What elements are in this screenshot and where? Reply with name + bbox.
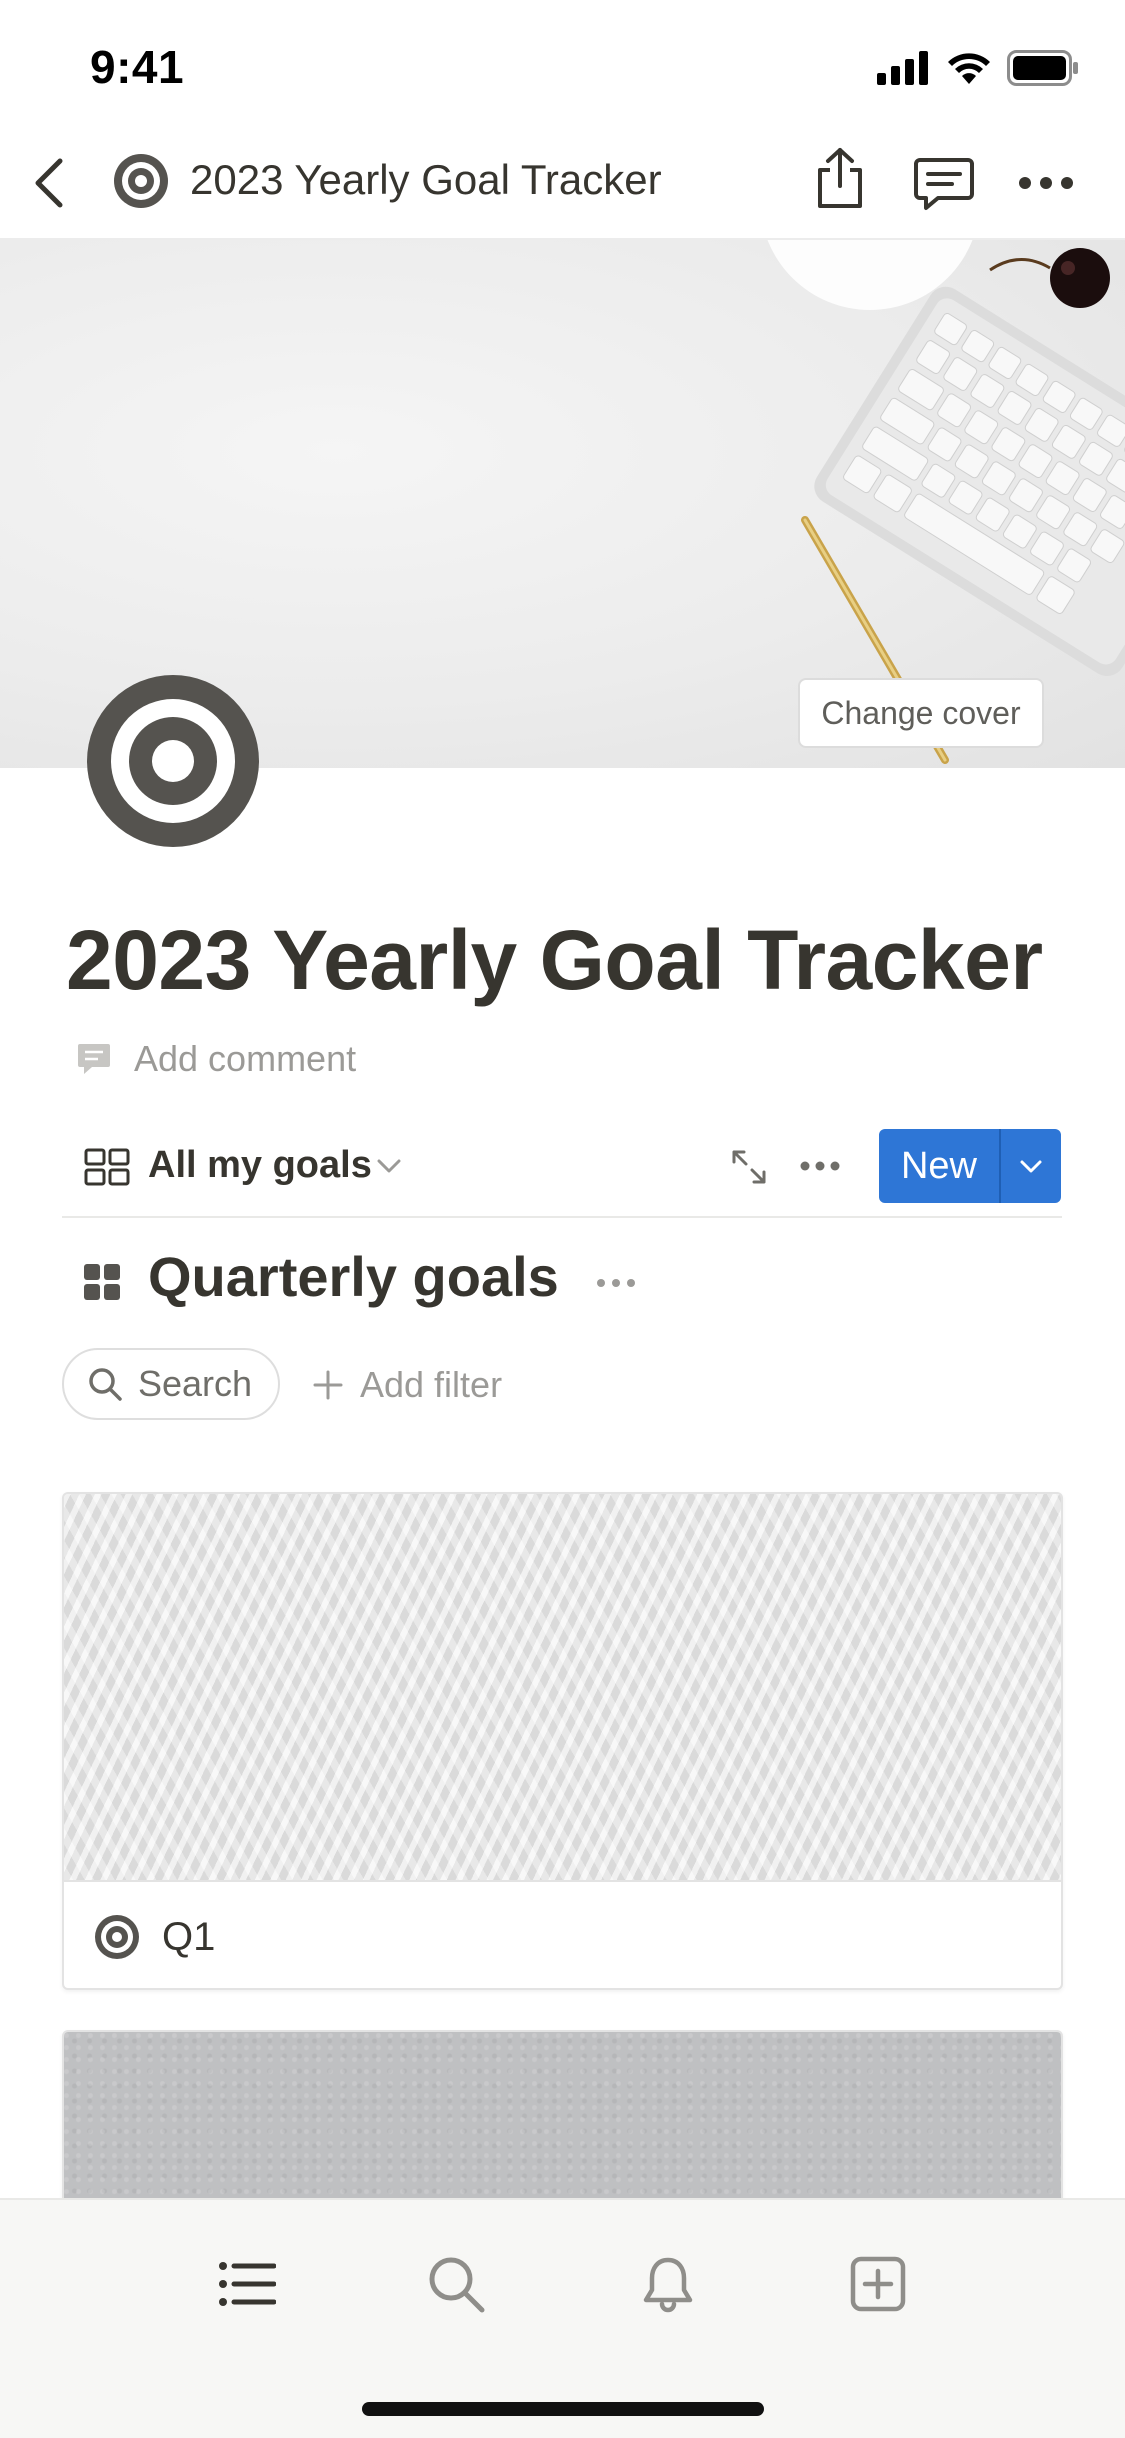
expand-icon[interactable] <box>730 1148 768 1186</box>
battery-icon <box>1007 50 1078 86</box>
page-target-icon[interactable] <box>86 674 260 848</box>
view-divider <box>62 1216 1062 1218</box>
comment-icon <box>78 1044 110 1074</box>
chevron-down-icon <box>1020 1160 1042 1173</box>
search-tab-icon[interactable] <box>426 2254 486 2314</box>
database-title[interactable]: Quarterly goals <box>148 1244 559 1309</box>
card-cover-image <box>64 1494 1061 1882</box>
card-title: Q1 <box>162 1914 216 1959</box>
status-icons <box>877 48 1079 88</box>
view-more-icon[interactable] <box>800 1158 840 1174</box>
nav-title: 2023 Yearly Goal Tracker <box>190 156 662 203</box>
back-chevron-icon[interactable] <box>30 155 70 211</box>
search-label: Search <box>138 1363 253 1404</box>
target-icon <box>114 154 168 208</box>
new-button[interactable]: New <box>879 1129 999 1203</box>
database-gallery-icon <box>84 1264 120 1300</box>
database-more-icon[interactable] <box>596 1276 636 1290</box>
view-selector[interactable]: All my goals <box>148 1144 372 1187</box>
search-icon <box>89 1368 122 1401</box>
new-button-group[interactable]: New <box>879 1129 1061 1203</box>
change-cover-button[interactable]: Change cover <box>798 678 1044 748</box>
card-body: Q1 <box>64 1882 1061 1988</box>
gallery-card[interactable]: Q1 <box>62 1492 1063 1990</box>
home-indicator <box>362 2402 764 2416</box>
add-filter-button[interactable]: Add filter <box>312 1360 502 1410</box>
cellular-signal-icon <box>877 51 928 85</box>
notifications-bell-icon[interactable] <box>638 2254 698 2314</box>
add-filter-label: Add filter <box>360 1364 503 1405</box>
status-time: 9:41 <box>90 41 185 93</box>
add-comment-label: Add comment <box>134 1038 357 1079</box>
search-button[interactable]: Search <box>62 1348 280 1420</box>
pages-list-icon[interactable] <box>216 2254 276 2314</box>
page-title[interactable]: 2023 Yearly Goal Tracker <box>66 912 1043 1009</box>
plus-icon <box>313 1370 343 1400</box>
wifi-icon <box>948 53 990 84</box>
comments-icon[interactable] <box>914 156 974 212</box>
chevron-down-icon[interactable] <box>376 1156 402 1176</box>
more-options-icon[interactable] <box>1018 172 1074 194</box>
gallery-view-icon[interactable] <box>84 1148 130 1186</box>
target-icon <box>95 1915 139 1959</box>
share-icon[interactable] <box>812 146 868 210</box>
add-comment-button[interactable]: Add comment <box>76 1034 356 1084</box>
new-dropdown-button[interactable] <box>1001 1129 1061 1203</box>
new-page-icon[interactable] <box>848 2254 908 2314</box>
